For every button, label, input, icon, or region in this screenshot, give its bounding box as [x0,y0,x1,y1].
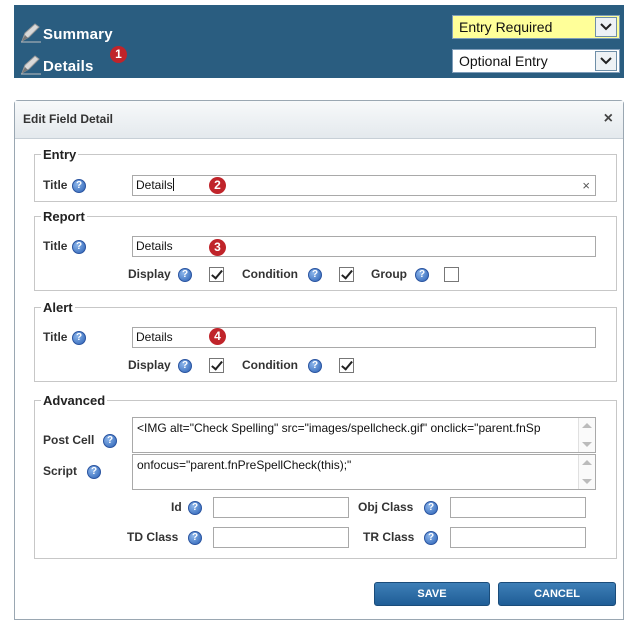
text-caret [172,178,174,191]
report-condition-label: Condition [242,267,298,281]
td-class-label: TD Class [127,530,179,544]
section-legend: Alert [43,300,73,315]
alert-condition-checkbox[interactable] [339,358,354,373]
chevron-down-icon[interactable] [595,51,617,71]
help-icon[interactable]: ? [424,531,438,545]
section-legend: Entry [43,147,77,162]
step-marker-3: 3 [209,239,226,256]
dialog-title: Edit Field Detail [23,112,114,126]
post-cell-label: Post Cell [43,433,95,447]
step-marker-2: 2 [209,177,226,194]
help-icon[interactable]: ? [188,501,202,515]
edit-field-detail-dialog: Edit Field Detail × Entry Title ? Detail… [14,100,624,620]
select-value: Entry Required [459,19,553,35]
help-icon[interactable]: ? [72,331,86,345]
step-marker-4: 4 [209,328,226,345]
field-item-details[interactable]: Details [20,53,94,75]
report-display-checkbox[interactable] [209,267,224,282]
tr-class-label: TR Class [363,530,415,544]
scrollbar[interactable] [578,455,595,489]
help-icon[interactable]: ? [72,179,86,193]
advanced-section: Advanced Post Cell ? <IMG alt="Check Spe… [34,393,617,559]
script-label: Script [43,464,78,478]
alert-title-label: Title [43,330,68,344]
save-button[interactable]: SAVE [374,582,490,606]
section-legend: Advanced [43,393,106,408]
field-item-label: Details [43,58,94,75]
cancel-button[interactable]: CANCEL [498,582,616,606]
report-section: Report Title ? Details 3 Display ? Condi… [34,209,617,291]
help-icon[interactable]: ? [87,465,101,479]
report-display-label: Display [128,267,171,281]
field-item-label: Summary [43,26,113,43]
id-input[interactable] [213,497,349,518]
step-marker-1: 1 [110,46,127,63]
field-item-summary[interactable]: Summary [20,21,113,43]
report-group-label: Group [371,267,407,281]
report-title-label: Title [43,239,68,253]
alert-title-input[interactable]: Details [132,327,596,348]
obj-class-input[interactable] [450,497,586,518]
help-icon[interactable]: ? [72,240,86,254]
tr-class-input[interactable] [450,527,586,548]
entry-title-label: Title [43,178,68,192]
help-icon[interactable]: ? [415,268,429,282]
post-cell-textarea[interactable]: <IMG alt="Check Spelling" src="images/sp… [132,417,596,453]
help-icon[interactable]: ? [103,434,117,448]
help-icon[interactable]: ? [178,359,192,373]
section-legend: Report [43,209,85,224]
report-title-input[interactable]: Details [132,236,596,257]
report-group-checkbox[interactable] [444,267,459,282]
clear-icon[interactable]: × [582,176,590,195]
summary-entry-select[interactable]: Entry Required [452,15,620,39]
chevron-down-icon[interactable] [595,17,617,37]
select-value: Optional Entry [459,53,548,69]
pen-icon [21,23,41,43]
help-icon[interactable]: ? [178,268,192,282]
help-icon[interactable]: ? [308,268,322,282]
id-label: Id [171,500,182,514]
pen-icon [21,55,41,75]
help-icon[interactable]: ? [308,359,322,373]
td-class-input[interactable] [213,527,349,548]
entry-section: Entry Title ? Details × 2 [34,147,617,202]
alert-section: Alert Title ? Details 4 Display ? Condit… [34,300,617,382]
help-icon[interactable]: ? [188,531,202,545]
field-list-header: Summary Details 1 Entry Required Optiona… [14,5,624,78]
obj-class-label: Obj Class [358,500,414,514]
dialog-header: Edit Field Detail × [15,101,623,139]
report-condition-checkbox[interactable] [339,267,354,282]
details-entry-select[interactable]: Optional Entry [452,49,620,73]
scrollbar[interactable] [578,418,595,452]
alert-condition-label: Condition [242,358,298,372]
close-icon[interactable]: × [604,110,613,128]
entry-title-input[interactable]: Details × [132,175,596,196]
alert-display-checkbox[interactable] [209,358,224,373]
script-textarea[interactable]: onfocus="parent.fnPreSpellCheck(this);" [132,454,596,490]
help-icon[interactable]: ? [424,501,438,515]
alert-display-label: Display [128,358,171,372]
